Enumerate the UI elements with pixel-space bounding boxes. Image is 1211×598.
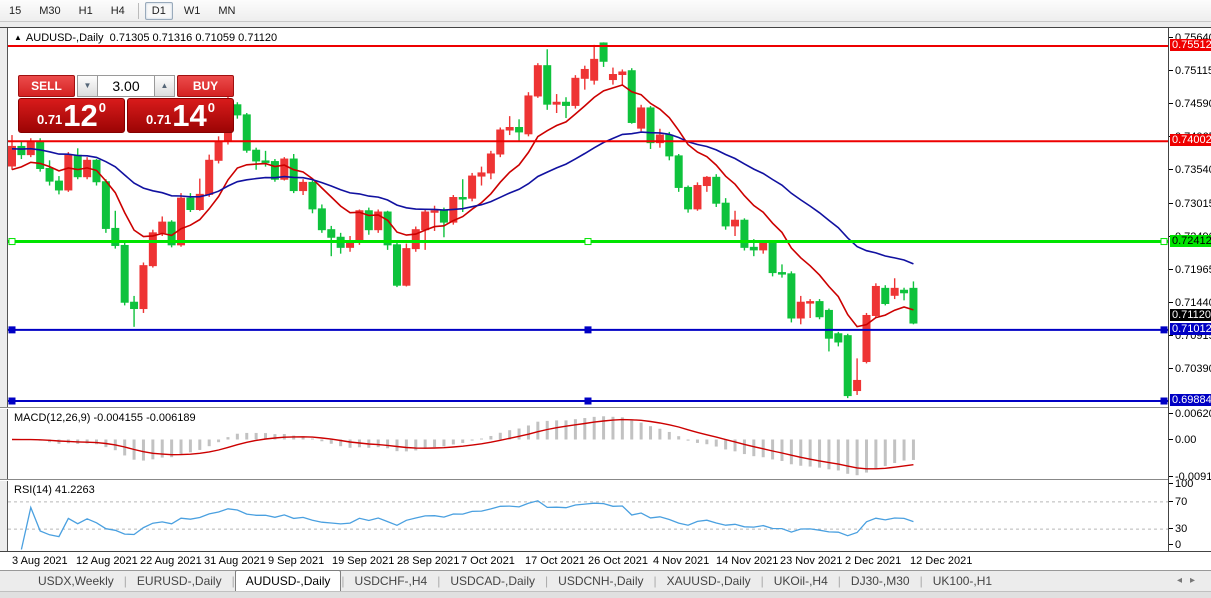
timeframe-button-h4[interactable]: H4	[104, 2, 132, 20]
sell-button[interactable]: SELL	[18, 75, 75, 97]
date-axis-label: 19 Sep 2021	[332, 555, 394, 567]
buy-button[interactable]: BUY	[177, 75, 234, 97]
symbol-tab-bar: USDX,Weekly|EURUSD-,Daily|AUDUSD-,Daily|…	[0, 570, 1211, 591]
date-axis[interactable]: 3 Aug 2021 12 Aug 202122 Aug 202131 Aug 2…	[8, 552, 1168, 570]
bar-high: 0.71316	[153, 32, 193, 44]
symbol-tab-audusd[interactable]: AUDUSD-,Daily	[235, 570, 342, 591]
rsi-axis-tick: 0	[1175, 539, 1181, 551]
bottom-status-strip	[0, 591, 1211, 598]
price-axis[interactable]: 0.756400.751150.745900.740650.735400.730…	[1168, 28, 1211, 551]
date-axis-label: 4 Nov 2021	[653, 555, 709, 567]
hline-price-label: 0.74002	[1170, 134, 1211, 146]
timeframe-button-mn[interactable]: MN	[211, 2, 242, 20]
bar-open: 0.71305	[110, 32, 150, 44]
rsi-chart	[8, 481, 1168, 551]
macd-indicator-pane[interactable]: MACD(12,26,9) -0.004155 -0.006189	[8, 409, 1168, 479]
macd-axis-tick: 0.00	[1175, 434, 1196, 446]
sell-pips: 12	[63, 102, 97, 130]
date-axis-label: 14 Nov 2021	[716, 555, 778, 567]
date-axis-label: 3 Aug 2021	[12, 555, 68, 567]
price-axis-tick: 0.71965	[1175, 264, 1211, 276]
symbol-tab-uk100[interactable]: UK100-,H1	[923, 572, 1002, 591]
symbol-tab-dj30[interactable]: DJ30-,M30	[841, 572, 920, 591]
hline-price-label: 0.69884	[1170, 394, 1211, 406]
trading-terminal: 15M30 H1H4 D1W1MN ▲ AUDUSD-,Daily 0.71305 0…	[0, 0, 1211, 598]
date-axis-label: 22 Aug 2021	[140, 555, 202, 567]
symbol-tab-usdchf[interactable]: USDCHF-,H4	[345, 572, 438, 591]
hline-price-label: 0.72412	[1170, 235, 1211, 247]
collapse-icon[interactable]: ▲	[14, 33, 22, 42]
symbol-tab-eurusd[interactable]: EURUSD-,Daily	[127, 572, 232, 591]
hline-price-label: 0.75512	[1170, 39, 1211, 51]
date-axis-label: 7 Oct 2021	[461, 555, 515, 567]
rsi-axis-tick: 100	[1175, 478, 1193, 490]
date-axis-label: 26 Oct 2021	[588, 555, 648, 567]
date-axis-label: 28 Sep 2021	[397, 555, 459, 567]
date-axis-label: 12 Aug 2021	[76, 555, 138, 567]
date-axis-label: 12 Dec 2021	[910, 555, 972, 567]
bar-close: 0.71120	[238, 32, 277, 44]
buy-big-figure: 0.71	[146, 112, 171, 127]
macd-label: MACD(12,26,9) -0.004155 -0.006189	[14, 412, 196, 424]
rsi-axis-tick: 70	[1175, 496, 1187, 508]
tab-scroll-left-icon[interactable]: ◂	[1177, 575, 1190, 586]
buy-quote-box[interactable]: 0.71 14 0	[127, 98, 234, 133]
timeframe-button-d1[interactable]: D1	[145, 2, 173, 20]
timeframe-button-m30[interactable]: M30	[32, 2, 67, 20]
price-axis-tick: 0.73540	[1175, 164, 1211, 176]
lot-decrease-button[interactable]: ▼	[77, 75, 98, 97]
date-axis-label: 17 Oct 2021	[525, 555, 585, 567]
lot-size-input[interactable]	[98, 75, 154, 97]
buy-pipette: 0	[208, 100, 215, 115]
date-axis-label: 9 Sep 2021	[268, 555, 324, 567]
date-axis-label: 31 Aug 2021	[204, 555, 266, 567]
one-click-trade-panel: SELL ▼ ▲ BUY 0.71 12 0 0.71 14 0	[18, 75, 236, 133]
date-axis-label: 23 Nov 2021	[780, 555, 842, 567]
timeframe-toolbar: 15M30 H1H4 D1W1MN	[0, 0, 1211, 22]
symbol-tab-usdcnh[interactable]: USDCNH-,Daily	[548, 572, 653, 591]
symbol-tab-usdx[interactable]: USDX,Weekly	[28, 572, 124, 591]
timeframe-button-h1[interactable]: H1	[72, 2, 100, 20]
timeframe-button-w1[interactable]: W1	[177, 2, 208, 20]
rsi-label: RSI(14) 41.2263	[14, 484, 95, 496]
rsi-indicator-pane[interactable]: RSI(14) 41.2263	[8, 481, 1168, 551]
toolbar-separator	[138, 3, 139, 19]
bar-low: 0.71059	[195, 32, 235, 44]
timeframe-button-15[interactable]: 15	[2, 2, 28, 20]
price-axis-tick: 0.74590	[1175, 98, 1211, 110]
hline-price-label: 0.71012	[1170, 323, 1211, 335]
price-chart-pane[interactable]: ▲ AUDUSD-,Daily 0.71305 0.71316 0.71059 0…	[8, 28, 1168, 407]
tab-scroll-right-icon[interactable]: ▸	[1190, 575, 1203, 586]
symbol-tab-xauusd[interactable]: XAUUSD-,Daily	[657, 572, 761, 591]
symbol-tab-ukoil[interactable]: UKOil-,H4	[764, 572, 838, 591]
sell-big-figure: 0.71	[37, 112, 62, 127]
tab-scroll-arrows: ◂▸	[1177, 575, 1203, 586]
chart-ohlc-header: ▲ AUDUSD-,Daily 0.71305 0.71316 0.71059 0…	[14, 32, 277, 44]
price-axis-tick: 0.73015	[1175, 198, 1211, 210]
sell-pipette: 0	[99, 100, 106, 115]
macd-axis-tick: 0.006201	[1175, 408, 1211, 420]
chart-symbol-period: AUDUSD-,Daily	[26, 32, 104, 44]
symbol-tab-usdcad[interactable]: USDCAD-,Daily	[440, 572, 545, 591]
price-axis-tick: 0.71440	[1175, 297, 1211, 309]
lot-increase-button[interactable]: ▲	[154, 75, 175, 97]
price-axis-tick: 0.70390	[1175, 363, 1211, 375]
rsi-axis-tick: 30	[1175, 523, 1187, 535]
window-left-edge	[0, 28, 8, 551]
price-axis-tick: 0.75115	[1175, 65, 1211, 77]
sell-quote-box[interactable]: 0.71 12 0	[18, 98, 125, 133]
buy-pips: 14	[172, 102, 206, 130]
date-axis-label: 2 Dec 2021	[845, 555, 901, 567]
current-price-label: 0.71120	[1170, 309, 1211, 321]
